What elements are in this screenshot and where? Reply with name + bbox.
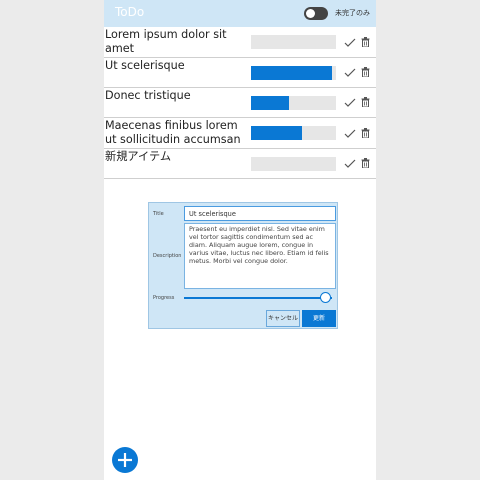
todo-title: Maecenas finibus lorem ut sollicitudin a… <box>105 119 241 146</box>
title-input[interactable]: Ut scelerisque <box>184 206 336 221</box>
todo-title: Donec tristique <box>105 89 191 102</box>
check-icon[interactable] <box>344 38 356 48</box>
incomplete-only-label: 未完了のみ <box>335 9 370 17</box>
check-icon[interactable] <box>344 68 356 78</box>
edit-dialog: Title Ut scelerisque Description Praesen… <box>148 202 338 329</box>
trash-icon[interactable] <box>361 67 370 77</box>
todo-progress-fill <box>251 96 289 110</box>
incomplete-only-toggle[interactable] <box>304 7 328 20</box>
todo-progress-bar <box>251 66 336 80</box>
trash-icon[interactable] <box>361 158 370 168</box>
toggle-knob <box>306 9 315 18</box>
todo-progress-bar <box>251 96 336 110</box>
check-icon[interactable] <box>344 98 356 108</box>
trash-icon[interactable] <box>361 37 370 47</box>
app-screen: ToDo 未完了のみ Lorem ipsum dolor sit amet Ut … <box>104 0 376 480</box>
description-input[interactable]: Praesent eu imperdiet nisl. Sed vitae en… <box>184 223 336 289</box>
todo-row[interactable]: Ut scelerisque <box>104 58 376 88</box>
todo-progress-bar <box>251 157 336 171</box>
todo-row[interactable]: 新規アイテム <box>104 149 376 179</box>
title-label: Title <box>153 211 164 217</box>
progress-slider-thumb[interactable] <box>320 292 331 303</box>
app-header: ToDo 未完了のみ <box>104 0 376 27</box>
todo-progress-bar <box>251 35 336 49</box>
todo-title: Ut scelerisque <box>105 59 185 72</box>
check-icon[interactable] <box>344 129 356 139</box>
todo-row[interactable]: Donec tristique <box>104 88 376 118</box>
app-title: ToDo <box>115 5 145 19</box>
todo-row[interactable]: Lorem ipsum dolor sit amet <box>104 27 376 58</box>
todo-progress-bar <box>251 126 336 140</box>
progress-slider[interactable] <box>184 297 332 299</box>
todo-title: Lorem ipsum dolor sit amet <box>105 28 227 55</box>
todo-progress-fill <box>251 66 332 80</box>
todo-title: 新規アイテム <box>105 150 172 163</box>
trash-icon[interactable] <box>361 97 370 107</box>
add-todo-button[interactable] <box>112 447 138 473</box>
description-label: Description <box>153 253 182 259</box>
todo-progress-fill <box>251 126 302 140</box>
cancel-button[interactable]: キャンセル <box>266 310 300 327</box>
todo-row[interactable]: Maecenas finibus lorem ut sollicitudin a… <box>104 118 376 149</box>
progress-label: Progress <box>153 295 175 301</box>
save-button[interactable]: 更新 <box>302 310 336 327</box>
trash-icon[interactable] <box>361 128 370 138</box>
check-icon[interactable] <box>344 159 356 169</box>
plus-icon <box>118 453 132 467</box>
